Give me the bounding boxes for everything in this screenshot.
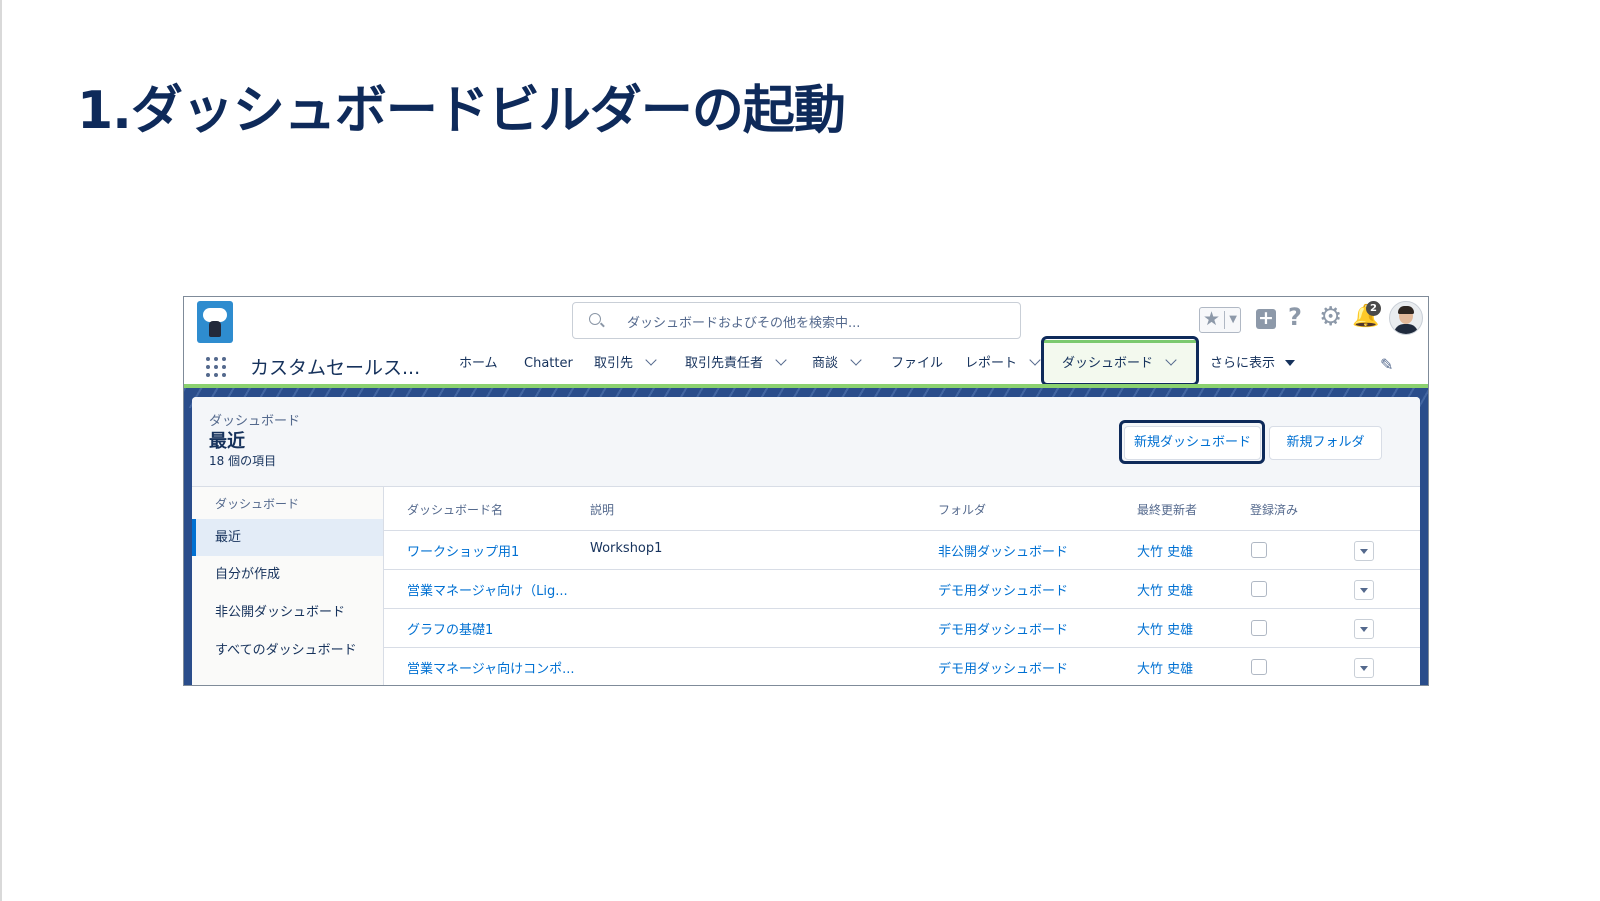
user-avatar[interactable] (1389, 301, 1423, 335)
caret-down-icon (1285, 360, 1296, 366)
nav-item-accounts[interactable]: 取引先 (594, 343, 657, 385)
help-icon[interactable]: ? (1288, 303, 1308, 331)
app-name: カスタムセールス... (250, 357, 421, 379)
search-icon (589, 313, 601, 325)
chevron-down-icon[interactable] (775, 354, 787, 366)
dashboard-name-link[interactable]: グラフの基礎1 (407, 619, 493, 638)
dashboard-name-link[interactable]: 営業マネージャ向け（Lig... (407, 580, 568, 599)
modified-by-link[interactable]: 大竹 史雄 (1137, 580, 1193, 599)
subscribed-checkbox[interactable] (1251, 581, 1267, 597)
sidebar-item-recent[interactable]: 最近 (192, 519, 383, 556)
slide-title: 1.ダッシュボードビルダーの起動 (77, 81, 846, 141)
sidebar-item-private-dashboards[interactable]: 非公開ダッシュボード (192, 594, 383, 631)
highlight-box-dashboards-tab (1041, 336, 1199, 386)
subscribed-checkbox[interactable] (1251, 542, 1267, 558)
subscribed-checkbox[interactable] (1251, 620, 1267, 636)
nav-more-button[interactable]: さらに表示 (1210, 343, 1296, 385)
modified-by-link[interactable]: 大竹 史雄 (1137, 541, 1193, 560)
nav-item-home[interactable]: ホーム (459, 343, 498, 385)
nav-item-chatter[interactable]: Chatter (524, 343, 573, 385)
dashboard-description: Workshop1 (590, 541, 663, 556)
nav-item-reports[interactable]: レポート (965, 343, 1041, 385)
row-actions-dropdown[interactable] (1354, 658, 1374, 678)
row-actions-dropdown[interactable] (1354, 580, 1374, 600)
notifications-bell-icon[interactable]: 🔔 2 (1352, 301, 1382, 329)
nav-item-contacts[interactable]: 取引先責任者 (685, 343, 787, 385)
edit-nav-pencil-icon[interactable]: ✎ (1380, 355, 1393, 374)
item-count: 18 個の項目 (209, 454, 277, 468)
table-row: グラフの基礎1 デモ用ダッシュボード 大竹 史雄 (384, 608, 1420, 647)
notification-badge: 2 (1366, 301, 1381, 316)
slide-left-rule (0, 0, 2, 901)
highlight-box-new-dashboard (1119, 420, 1265, 464)
folder-link[interactable]: デモ用ダッシュボード (938, 658, 1068, 677)
folder-link[interactable]: デモ用ダッシュボード (938, 619, 1068, 638)
new-folder-button[interactable]: 新規フォルダ (1269, 426, 1382, 460)
salesforce-screenshot: ダッシュボードおよびその他を検索中... ★ ▼ + ? ⚙ 🔔 2 カスタムセ… (183, 296, 1429, 686)
caret-down-icon[interactable]: ▼ (1229, 308, 1237, 332)
subscribed-checkbox[interactable] (1251, 659, 1267, 675)
table-row: 営業マネージャ向けコンポ... デモ用ダッシュボード 大竹 史雄 (384, 647, 1420, 685)
sidebar-heading: ダッシュボード (215, 497, 300, 511)
folder-link[interactable]: 非公開ダッシュボード (938, 541, 1068, 560)
nav-item-opportunities[interactable]: 商談 (812, 343, 862, 385)
global-search-input[interactable]: ダッシュボードおよびその他を検索中... (572, 302, 1021, 339)
sidebar-item-created-by-me[interactable]: 自分が作成 (192, 556, 383, 593)
org-logo[interactable] (197, 301, 233, 343)
row-actions-dropdown[interactable] (1354, 619, 1374, 639)
modified-by-link[interactable]: 大竹 史雄 (1137, 619, 1193, 638)
column-header-subscribed[interactable]: 登録済み (1250, 501, 1298, 518)
star-icon: ★ (1203, 308, 1221, 330)
column-header-folder[interactable]: フォルダ (938, 501, 986, 518)
column-header-last-modified-by[interactable]: 最終更新者 (1137, 501, 1197, 518)
dashboard-folder-sidebar: ダッシュボード 最近 自分が作成 非公開ダッシュボード すべてのダッシュボード (192, 487, 384, 685)
search-placeholder: ダッシュボードおよびその他を検索中... (627, 316, 861, 331)
nav-item-files[interactable]: ファイル (891, 343, 943, 385)
table-row: ワークショップ用1 Workshop1 非公開ダッシュボード 大竹 史雄 (384, 530, 1420, 569)
chevron-down-icon[interactable] (645, 354, 657, 366)
favorites-button[interactable]: ★ ▼ (1199, 307, 1241, 333)
global-header: ダッシュボードおよびその他を検索中... ★ ▼ + ? ⚙ 🔔 2 カスタムセ… (184, 297, 1428, 389)
dashboards-table: ダッシュボード名 説明 フォルダ 最終更新者 登録済み ワークショップ用1 Wo… (384, 487, 1420, 685)
list-view-panel: ダッシュボード 最近 18 個の項目 新規ダッシュボード 新規フォルダ ダッシュ… (192, 397, 1420, 685)
column-header-description[interactable]: 説明 (590, 501, 614, 518)
column-header-name[interactable]: ダッシュボード名 (407, 501, 503, 518)
gear-icon[interactable]: ⚙ (1319, 303, 1347, 331)
dashboard-name-link[interactable]: ワークショップ用1 (407, 541, 519, 560)
table-row: 営業マネージャ向け（Lig... デモ用ダッシュボード 大竹 史雄 (384, 569, 1420, 608)
list-header: ダッシュボード 最近 18 個の項目 新規ダッシュボード 新規フォルダ (192, 397, 1420, 487)
row-actions-dropdown[interactable] (1354, 541, 1374, 561)
app-launcher-waffle-icon[interactable] (206, 357, 226, 377)
global-actions-plus-icon[interactable]: + (1256, 309, 1276, 329)
modified-by-link[interactable]: 大竹 史雄 (1137, 658, 1193, 677)
list-view-title: 最近 (209, 431, 245, 452)
chevron-down-icon[interactable] (850, 354, 862, 366)
folder-link[interactable]: デモ用ダッシュボード (938, 580, 1068, 599)
dashboard-name-link[interactable]: 営業マネージャ向けコンポ... (407, 658, 575, 677)
chevron-down-icon[interactable] (1029, 354, 1041, 366)
sidebar-item-all-dashboards[interactable]: すべてのダッシュボード (192, 632, 383, 669)
